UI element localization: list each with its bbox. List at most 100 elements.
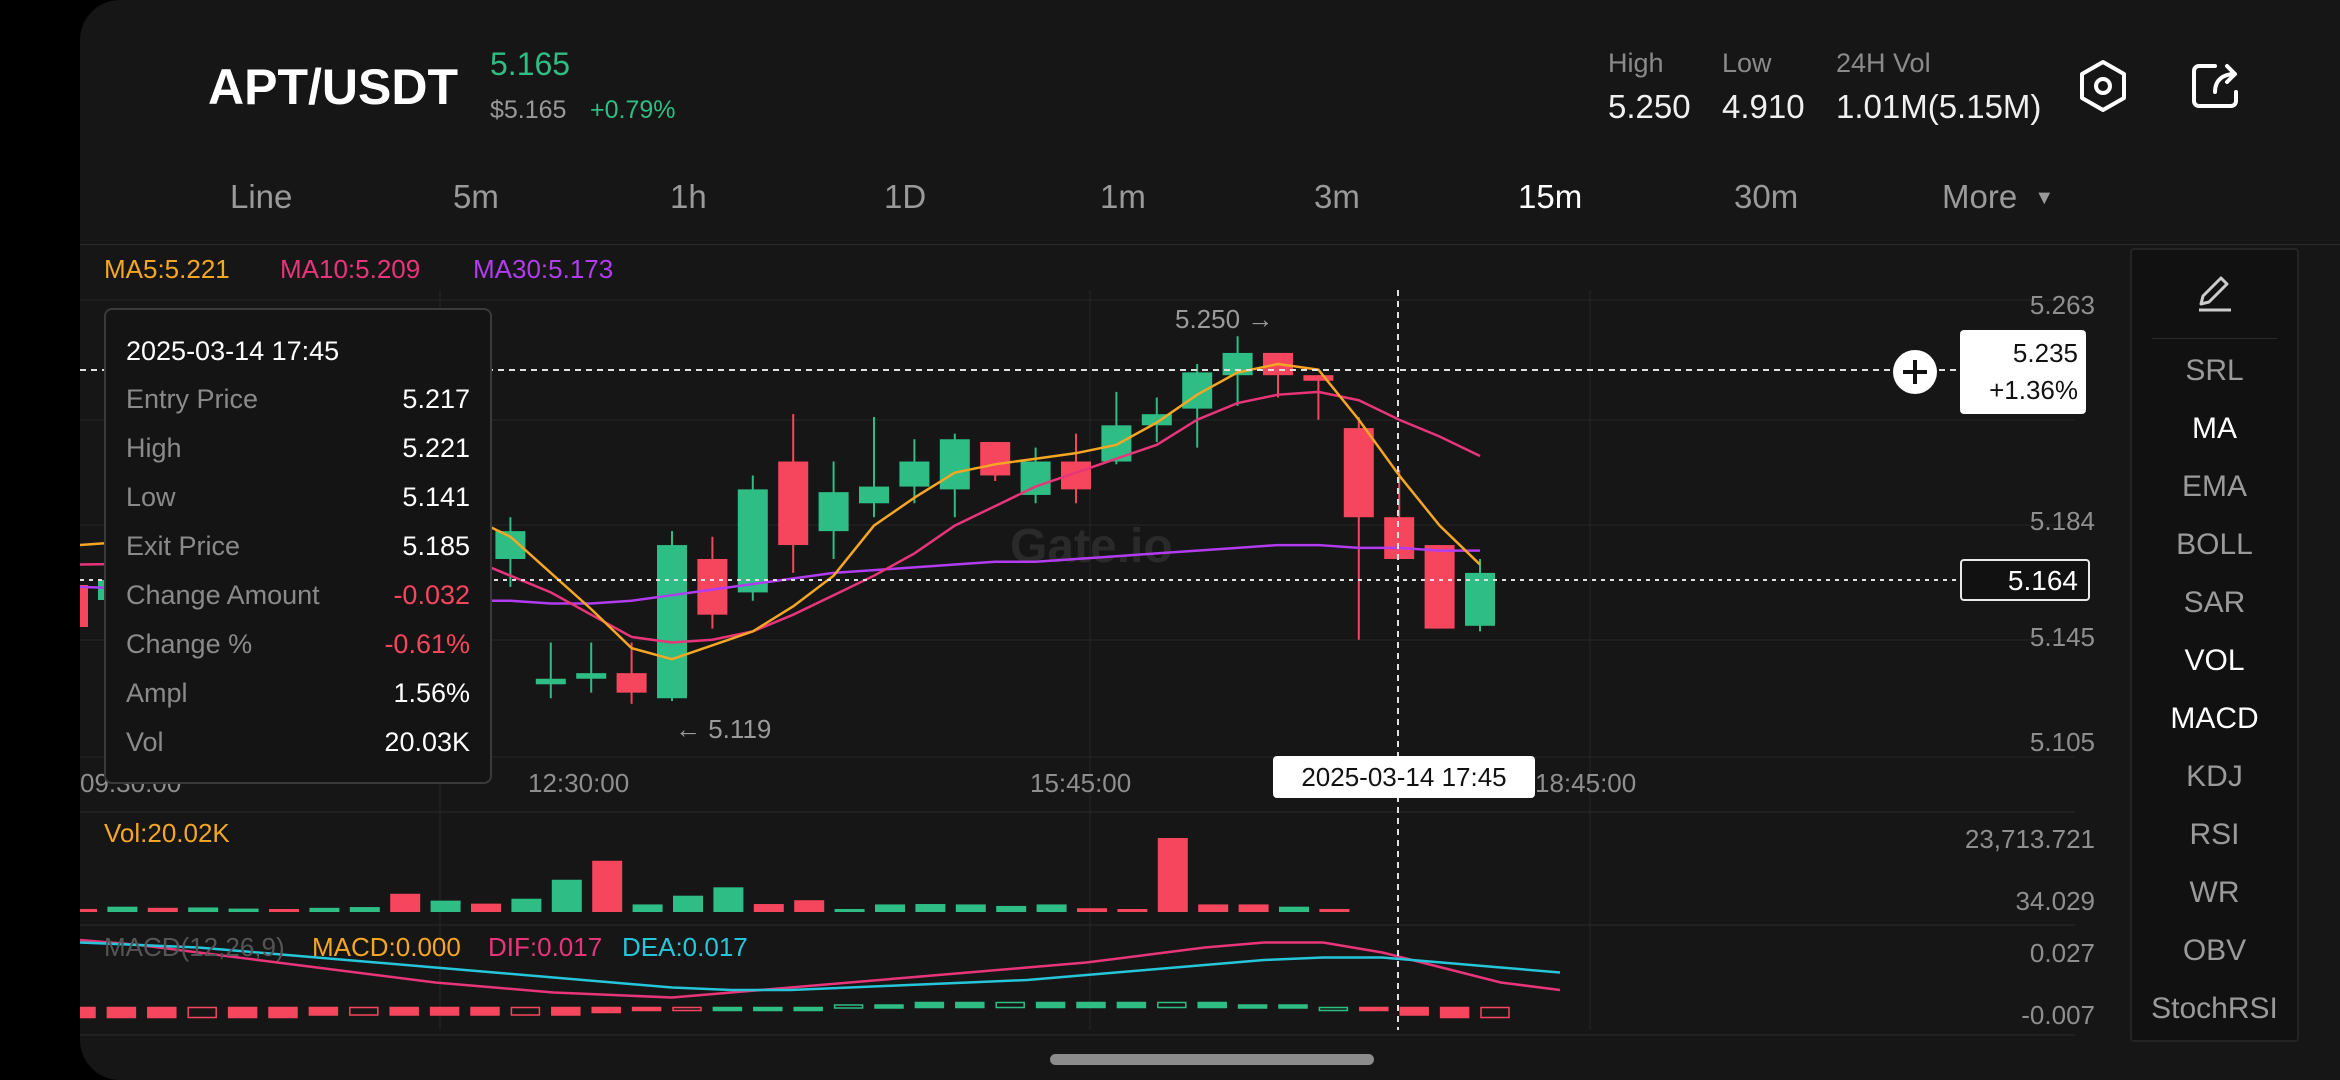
- tooltip-key: Entry Price: [126, 384, 259, 414]
- tooltip-value: 5.141: [402, 482, 470, 512]
- tooltip-value: 20.03K: [384, 727, 470, 757]
- macd-histogram-bar: [1359, 1006, 1389, 1012]
- candle: [616, 673, 647, 693]
- macd-histogram-bar: [389, 1006, 419, 1016]
- indicator-vol[interactable]: VOL: [2132, 644, 2297, 678]
- macd-histogram-bar: [187, 1006, 217, 1019]
- volume-bar: [390, 893, 421, 912]
- macd-histogram-bar: [429, 1006, 460, 1016]
- volume-bar: [471, 903, 501, 912]
- macd-histogram-bar: [753, 1006, 783, 1012]
- macd-histogram-bar: [1318, 1006, 1349, 1012]
- volume-label: Vol:20.02K: [104, 818, 230, 848]
- indicator-stochrsi[interactable]: StochRSI: [2132, 992, 2297, 1026]
- volume-bar: [1198, 904, 1229, 912]
- macd-histogram-bar: [147, 1006, 177, 1019]
- home-indicator[interactable]: [1050, 1054, 1374, 1065]
- candle: [535, 678, 566, 685]
- macd-histogram-bar: [1480, 1006, 1510, 1019]
- watermark: Gate.io: [1010, 520, 1173, 573]
- macd-histogram-bar: [308, 1006, 339, 1016]
- tooltip-key: Low: [126, 482, 176, 512]
- indicator-obv[interactable]: OBV: [2132, 934, 2297, 968]
- macd-group: [80, 938, 1561, 1019]
- macd-histogram-bar: [1278, 1004, 1308, 1009]
- tooltip-row: High 5.221: [126, 433, 470, 473]
- tooltip-row: Low 5.141: [126, 482, 470, 522]
- candle-tooltip: 2025-03-14 17:45 Entry Price 5.217 High 5.…: [104, 308, 492, 784]
- macd-histogram-bar: [672, 1006, 702, 1012]
- candle: [1020, 461, 1051, 495]
- volume-bar: [1238, 904, 1269, 912]
- macd-axis-top: 0.027: [2029, 938, 2095, 968]
- macd-histogram-bar: [1399, 1006, 1429, 1016]
- ma30-legend: MA30:5.173: [473, 254, 614, 284]
- indicator-rsi[interactable]: RSI: [2132, 818, 2297, 852]
- macd-histogram-bar: [510, 1006, 541, 1016]
- macd-histogram-bar: [1076, 1001, 1106, 1009]
- volume-bar: [349, 907, 380, 912]
- volume-bar: [430, 900, 461, 912]
- macd-histogram-bar: [995, 1001, 1025, 1009]
- volume-bar: [1036, 904, 1067, 912]
- macd-histogram-bar: [227, 1006, 258, 1019]
- app-screen: APT/USDT 5.165 $5.165 +0.79% High 5.250 …: [80, 0, 2340, 1080]
- indicator-panel: SRL MA EMA BOLL SAR VOL MACD KDJ RSI WR …: [2130, 248, 2299, 1042]
- macd-histogram-bar: [591, 1006, 621, 1014]
- volume-bar: [1077, 908, 1107, 912]
- candle: [697, 558, 728, 615]
- volume-bar: [794, 900, 825, 912]
- candle: [1424, 545, 1455, 629]
- macd-histogram-bar: [874, 1004, 904, 1009]
- candle: [1343, 428, 1374, 518]
- indicator-wr[interactable]: WR: [2132, 876, 2297, 910]
- volume-bar: [1319, 908, 1350, 912]
- macd-histogram-bar: [349, 1006, 379, 1016]
- macd-histogram-bar: [631, 1006, 662, 1012]
- indicator-macd[interactable]: MACD: [2132, 702, 2297, 736]
- volume-bar: [147, 907, 178, 912]
- volume-bar: [188, 907, 219, 912]
- tooltip-key: Change %: [126, 629, 253, 659]
- volume-bar: [996, 905, 1027, 912]
- indicator-kdj[interactable]: KDJ: [2132, 760, 2297, 794]
- tooltip-value: 5.217: [402, 384, 470, 414]
- volume-bar: [228, 908, 259, 912]
- indicator-srl[interactable]: SRL: [2132, 354, 2297, 388]
- indicator-ema[interactable]: EMA: [2132, 470, 2297, 504]
- tooltip-date: 2025-03-14 17:45: [126, 336, 340, 366]
- high-marker: 5.250 →: [1175, 304, 1274, 334]
- tooltip-row: Entry Price 5.217: [126, 384, 470, 424]
- price-axis-label: 5.105: [2029, 727, 2095, 757]
- macd-histogram-bar: [551, 1006, 581, 1016]
- tooltip-row: Exit Price 5.185: [126, 531, 470, 571]
- indicator-sar[interactable]: SAR: [2132, 586, 2297, 620]
- macd-histogram-bar: [793, 1006, 823, 1012]
- draw-pencil-icon[interactable]: [2132, 270, 2297, 322]
- time-axis-label: 12:30:00: [528, 768, 630, 798]
- macd-histogram-bar: [1237, 1004, 1268, 1009]
- tooltip-value: 1.56%: [393, 678, 470, 708]
- macd-histogram-bar: [80, 1006, 96, 1019]
- indicator-boll[interactable]: BOLL: [2132, 528, 2297, 562]
- volume-bar: [1157, 837, 1188, 912]
- time-axis-label: 15:45:00: [1030, 768, 1132, 798]
- ma10-legend: MA10:5.209: [280, 254, 421, 284]
- crosshair-pct: +1.36%: [1989, 375, 2078, 405]
- current-price-box: 5.164: [1960, 559, 2090, 601]
- volume-bar: [713, 887, 744, 912]
- indicator-ma[interactable]: MA: [2132, 412, 2297, 446]
- tooltip-key: Exit Price: [126, 531, 241, 561]
- time-axis-label: 18:45:00: [1535, 768, 1637, 798]
- macd-axis-bottom: -0.007: [2021, 1000, 2095, 1030]
- low-marker: ← 5.119: [675, 714, 772, 744]
- tooltip-row: Change % -0.61%: [126, 629, 470, 669]
- tooltip-key: Change Amount: [126, 580, 320, 610]
- volume-bar: [551, 879, 582, 912]
- macd-param-label: MACD(12,26,9): [104, 932, 285, 962]
- volume-bars-group: [80, 837, 1350, 912]
- volume-bar: [915, 904, 946, 912]
- candle: [737, 489, 768, 593]
- macd-histogram-bar: [106, 1006, 137, 1019]
- candle: [939, 439, 970, 490]
